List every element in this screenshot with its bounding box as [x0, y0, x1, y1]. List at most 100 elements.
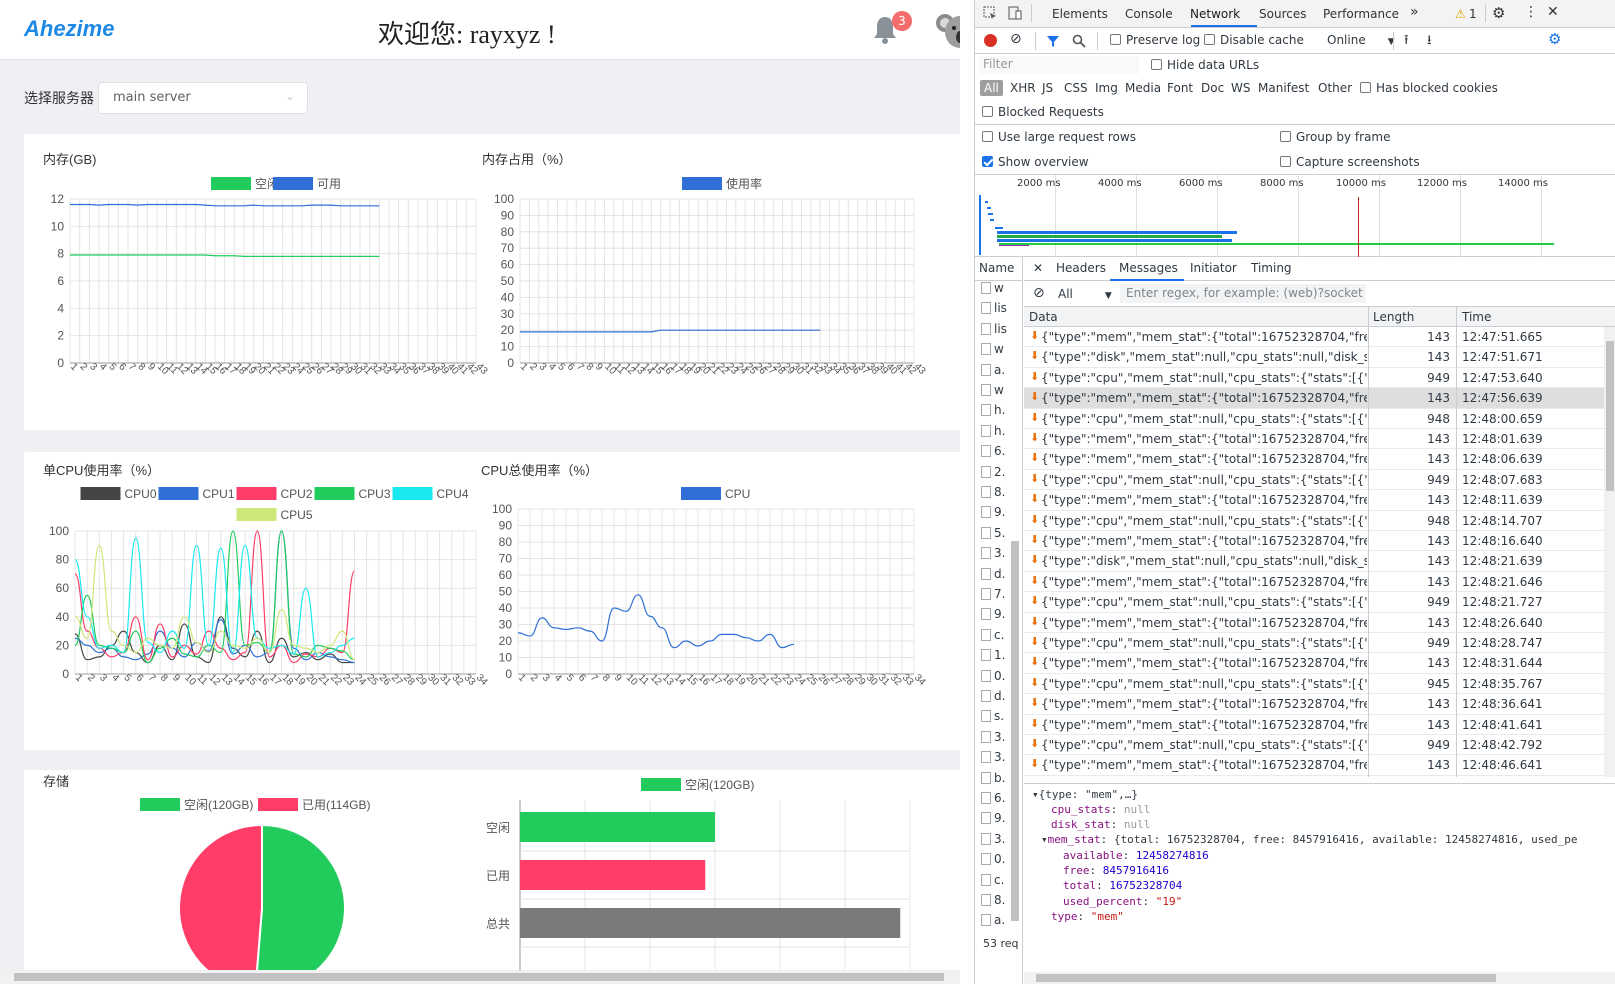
request-row[interactable]: h.: [981, 403, 1021, 423]
message-row[interactable]: ⬇ {"type":"mem","mem_stat":{"total":16752…: [1024, 755, 1604, 776]
throttle-select[interactable]: Online ▼: [1327, 33, 1395, 47]
message-row[interactable]: ⬇ {"type":"mem","mem_stat":{"total":16752…: [1024, 572, 1604, 593]
avatar[interactable]: [936, 10, 960, 50]
tab-headers[interactable]: Headers: [1056, 261, 1106, 275]
tab-initiator[interactable]: Initiator: [1190, 261, 1237, 275]
message-row[interactable]: ⬇ {"type":"mem","mem_stat":{"total":16752…: [1024, 429, 1604, 450]
blocked-requests-checkbox[interactable]: [982, 106, 993, 117]
message-row[interactable]: ⬇ {"type":"mem","mem_stat":{"total":16752…: [1024, 653, 1604, 674]
warning-count[interactable]: 1: [1469, 7, 1477, 21]
tab-messages[interactable]: Messages: [1119, 261, 1178, 275]
group-by-frame-toggle[interactable]: Group by frame: [1280, 130, 1390, 144]
type-filter-css[interactable]: CSS: [1064, 81, 1088, 95]
type-filter-manifest[interactable]: Manifest: [1258, 81, 1309, 95]
request-row[interactable]: 6.: [981, 444, 1021, 464]
request-row[interactable]: 8.: [981, 485, 1021, 505]
blocked-requests-toggle[interactable]: Blocked Requests: [982, 105, 1104, 119]
import-har-icon[interactable]: ⭱: [1404, 31, 1409, 53]
message-row[interactable]: ⬇ {"type":"cpu","mem_stat":null,"cpu_stat…: [1024, 633, 1604, 654]
filter-input[interactable]: Filter: [979, 56, 1139, 74]
type-filter-img[interactable]: Img: [1095, 81, 1118, 95]
type-filter-media[interactable]: Media: [1125, 81, 1161, 95]
more-tabs-icon[interactable]: »: [1410, 4, 1419, 20]
has-blocked-cookies-checkbox[interactable]: [1360, 82, 1371, 93]
has-blocked-cookies-toggle[interactable]: Has blocked cookies: [1360, 81, 1498, 95]
export-har-icon[interactable]: ⭳: [1427, 31, 1432, 53]
network-settings-gear-icon[interactable]: ⚙: [1548, 30, 1561, 48]
message-row[interactable]: ⬇ {"type":"cpu","mem_stat":null,"cpu_stat…: [1024, 368, 1604, 389]
tab-sources[interactable]: Sources: [1259, 7, 1306, 21]
tab-console[interactable]: Console: [1125, 7, 1173, 21]
message-row[interactable]: ⬇ {"type":"mem","mem_stat":{"total":16752…: [1024, 388, 1604, 409]
page-hscrollbar[interactable]: [0, 970, 960, 984]
detail-hscrollbar[interactable]: [1024, 972, 1615, 984]
column-data[interactable]: Data: [1029, 310, 1058, 324]
column-time[interactable]: Time: [1462, 310, 1491, 324]
detail-root[interactable]: ▾{type: "mem",…}: [1032, 788, 1138, 801]
disable-cache-checkbox[interactable]: [1204, 34, 1215, 45]
type-filter-other[interactable]: Other: [1318, 81, 1352, 95]
message-row[interactable]: ⬇ {"type":"cpu","mem_stat":null,"cpu_stat…: [1024, 735, 1604, 756]
request-row[interactable]: 2.: [981, 465, 1021, 485]
tab-timing[interactable]: Timing: [1251, 261, 1292, 275]
preserve-log-checkbox[interactable]: [1110, 34, 1121, 45]
close-icon[interactable]: ✕: [1547, 4, 1559, 20]
message-row[interactable]: ⬇ {"type":"cpu","mem_stat":null,"cpu_stat…: [1024, 592, 1604, 613]
record-icon[interactable]: [984, 34, 997, 47]
column-length[interactable]: Length: [1373, 310, 1414, 324]
detail-hscrollbar-thumb[interactable]: [1036, 974, 1496, 982]
preserve-log-toggle[interactable]: Preserve log: [1110, 33, 1200, 47]
request-list-scrollbar[interactable]: [1011, 541, 1019, 921]
request-row[interactable]: lis: [981, 301, 1021, 321]
name-column-header[interactable]: Name: [975, 257, 1023, 281]
close-detail-icon[interactable]: ✕: [1033, 261, 1043, 275]
type-filter-js[interactable]: JS: [1042, 81, 1053, 95]
request-row[interactable]: 9.: [981, 505, 1021, 525]
type-filter-ws[interactable]: WS: [1231, 81, 1250, 95]
message-row[interactable]: ⬇ {"type":"cpu","mem_stat":null,"cpu_stat…: [1024, 674, 1604, 695]
filter-icon[interactable]: [1046, 34, 1060, 48]
request-row[interactable]: w: [981, 342, 1021, 362]
type-filter-font[interactable]: Font: [1167, 81, 1193, 95]
request-row[interactable]: w: [981, 281, 1021, 301]
network-overview-timeline[interactable]: 2000 ms 4000 ms 6000 ms 8000 ms 10000 ms…: [975, 175, 1615, 257]
message-row[interactable]: ⬇ {"type":"mem","mem_stat":{"total":16752…: [1024, 327, 1604, 348]
capture-screenshots-checkbox[interactable]: [1280, 156, 1291, 167]
request-row[interactable]: lis: [981, 322, 1021, 342]
hide-data-urls-toggle[interactable]: Hide data URLs: [1151, 58, 1259, 72]
menu-kebab-icon[interactable]: ⋮: [1524, 4, 1538, 20]
type-filter-xhr[interactable]: XHR: [1010, 81, 1036, 95]
large-rows-toggle[interactable]: Use large request rows: [982, 130, 1136, 144]
message-regex-input[interactable]: Enter regex, for example: (web)?socket: [1120, 284, 1366, 303]
tab-performance[interactable]: Performance: [1323, 7, 1399, 21]
show-overview-toggle[interactable]: Show overview: [982, 155, 1089, 169]
request-row[interactable]: h.: [981, 424, 1021, 444]
clear-icon[interactable]: ⊘: [1010, 31, 1022, 47]
hide-data-urls-checkbox[interactable]: [1151, 59, 1162, 70]
inspect-icon[interactable]: [983, 6, 997, 20]
tab-elements[interactable]: Elements: [1052, 7, 1108, 21]
large-rows-checkbox[interactable]: [982, 131, 993, 142]
group-by-frame-checkbox[interactable]: [1280, 131, 1291, 142]
detail-mem-stat[interactable]: ▾mem_stat: {total: 16752328704, free: 84…: [1041, 833, 1577, 846]
message-row[interactable]: ⬇ {"type":"cpu","mem_stat":null,"cpu_stat…: [1024, 409, 1604, 429]
message-row[interactable]: ⬇ {"type":"cpu","mem_stat":null,"cpu_stat…: [1024, 470, 1604, 491]
tab-network[interactable]: Network: [1190, 7, 1240, 21]
message-row[interactable]: ⬇ {"type":"cpu","mem_stat":null,"cpu_stat…: [1024, 511, 1604, 531]
request-row[interactable]: a.: [981, 363, 1021, 383]
messages-scrollbar[interactable]: [1604, 327, 1615, 777]
app-logo[interactable]: Ahezime: [24, 16, 114, 42]
warning-icon[interactable]: ⚠: [1455, 7, 1466, 21]
message-row[interactable]: ⬇ {"type":"mem","mem_stat":{"total":16752…: [1024, 694, 1604, 715]
message-row[interactable]: ⬇ {"type":"disk","mem_stat":null,"cpu_sta…: [1024, 551, 1604, 572]
clear-messages-icon[interactable]: ⊘: [1033, 285, 1045, 301]
message-row[interactable]: ⬇ {"type":"mem","mem_stat":{"total":16752…: [1024, 531, 1604, 552]
search-icon[interactable]: [1072, 34, 1086, 48]
message-row[interactable]: ⬇ {"type":"mem","mem_stat":{"total":16752…: [1024, 613, 1604, 633]
message-row[interactable]: ⬇ {"type":"mem","mem_stat":{"total":16752…: [1024, 449, 1604, 470]
device-toggle-icon[interactable]: [1008, 6, 1022, 20]
type-filter-all[interactable]: All: [980, 80, 1003, 96]
message-row[interactable]: ⬇ {"type":"mem","mem_stat":{"total":16752…: [1024, 715, 1604, 735]
type-filter-doc[interactable]: Doc: [1201, 81, 1224, 95]
server-select[interactable]: main server ⌄: [98, 82, 308, 114]
